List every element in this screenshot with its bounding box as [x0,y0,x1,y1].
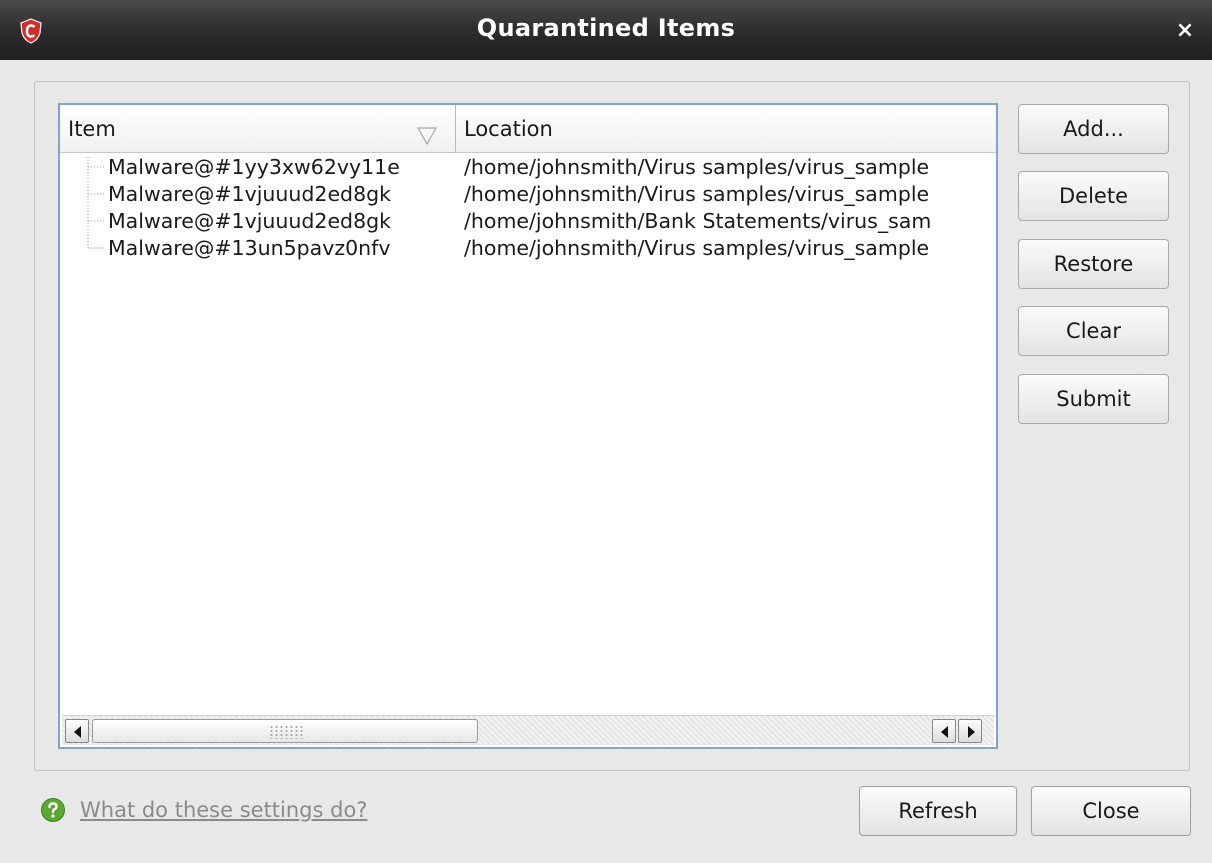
grip-icon [269,725,305,739]
cell-location: /home/johnsmith/Virus samples/virus_samp… [464,155,930,179]
column-header-location[interactable]: Location [456,105,996,153]
tree-connector [87,208,104,235]
help-question-icon[interactable] [40,797,66,823]
cell-location: /home/johnsmith/Virus samples/virus_samp… [464,236,930,260]
cell-item: Malware@#1yy3xw62vy11e [108,155,400,179]
cell-item: Malware@#1vjuuud2ed8gk [108,209,391,233]
delete-button[interactable]: Delete [1018,171,1169,221]
scrollbar-thumb[interactable] [92,719,478,743]
column-header-item[interactable]: Item [60,105,456,153]
restore-button[interactable]: Restore [1018,239,1169,289]
quarantined-items-window: Quarantined Items × Item Location Malwar… [0,0,1212,863]
tree-connector [87,181,104,208]
add-button[interactable]: Add... [1018,104,1169,154]
scroll-left-icon[interactable] [932,719,956,743]
scroll-left-icon[interactable] [65,719,89,743]
cell-location: /home/johnsmith/Bank Statements/virus_sa… [464,209,932,233]
cell-item: Malware@#1vjuuud2ed8gk [108,182,391,206]
table-row[interactable]: Malware@#1vjuuud2ed8gk /home/johnsmith/V… [60,181,996,208]
list-rows: Malware@#1yy3xw62vy11e /home/johnsmith/V… [60,154,996,262]
scroll-right-icon[interactable] [958,719,982,743]
list-header: Item Location [60,105,996,153]
table-row[interactable]: Malware@#1yy3xw62vy11e /home/johnsmith/V… [60,154,996,181]
tree-connector [87,235,104,249]
column-header-item-label: Item [68,117,116,141]
sort-descending-icon[interactable] [416,115,438,146]
title-bar[interactable]: Quarantined Items × [0,0,1212,60]
column-header-location-label: Location [464,117,553,141]
quarantine-list[interactable]: Item Location Malware@#1yy3xw62vy11e /ho… [58,103,998,749]
close-button[interactable]: Close [1031,786,1191,836]
cell-item: Malware@#13un5pavz0nfv [108,236,391,260]
close-window-icon[interactable]: × [1174,20,1196,42]
refresh-button[interactable]: Refresh [859,786,1017,836]
clear-button[interactable]: Clear [1018,306,1169,356]
table-row[interactable]: Malware@#1vjuuud2ed8gk /home/johnsmith/B… [60,208,996,235]
help-link[interactable]: What do these settings do? [80,796,367,824]
submit-button[interactable]: Submit [1018,374,1169,424]
tree-connector [87,157,104,181]
window-title: Quarantined Items [476,14,736,42]
horizontal-scrollbar[interactable] [62,715,994,745]
cell-location: /home/johnsmith/Virus samples/virus_samp… [464,182,930,206]
table-row[interactable]: Malware@#13un5pavz0nfv /home/johnsmith/V… [60,235,996,262]
